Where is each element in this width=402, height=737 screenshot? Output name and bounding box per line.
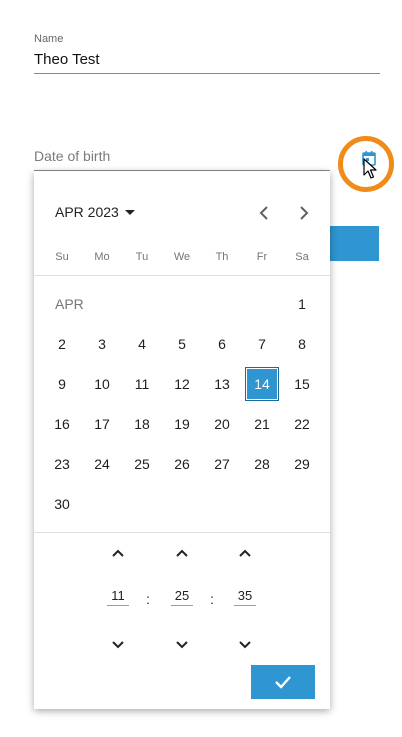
hours-increment-button[interactable]: [106, 543, 130, 563]
day-cell[interactable]: 24: [85, 447, 119, 481]
day-cell[interactable]: 25: [125, 447, 159, 481]
check-icon: [275, 676, 291, 689]
date-picker-popup: APR 2023 Su Mo Tu We Th Fr Sa APR 1 2 3 …: [34, 171, 330, 709]
day-cell[interactable]: 22: [285, 407, 319, 441]
day-cell[interactable]: 3: [85, 327, 119, 361]
day-cell[interactable]: 12: [165, 367, 199, 401]
weekday-label: Fr: [256, 251, 268, 263]
day-cell[interactable]: 6: [205, 327, 239, 361]
confirm-button[interactable]: [251, 665, 315, 699]
day-cell[interactable]: 20: [205, 407, 239, 441]
day-cell[interactable]: 26: [165, 447, 199, 481]
chevron-right-icon: [300, 206, 309, 220]
seconds-increment-button[interactable]: [233, 543, 257, 563]
name-label: Name: [34, 33, 64, 45]
mouse-cursor-icon: [363, 158, 377, 179]
day-cell[interactable]: 16: [45, 407, 79, 441]
minutes-decrement-button[interactable]: [170, 635, 194, 655]
chevron-up-icon: [112, 549, 124, 557]
month-tag: APR: [55, 296, 84, 312]
weekday-label: Th: [215, 251, 229, 263]
day-cell-selected[interactable]: 14: [245, 367, 279, 401]
chevron-up-icon: [176, 549, 188, 557]
day-cell[interactable]: 15: [285, 367, 319, 401]
day-cell[interactable]: 27: [205, 447, 239, 481]
day-cell[interactable]: 29: [285, 447, 319, 481]
day-cell[interactable]: 9: [45, 367, 79, 401]
minutes-input[interactable]: 25: [171, 588, 193, 606]
day-cell[interactable]: 5: [165, 327, 199, 361]
day-cell[interactable]: 17: [85, 407, 119, 441]
month-year-selector[interactable]: APR 2023: [55, 204, 135, 220]
chevron-down-icon: [176, 641, 188, 649]
day-cell[interactable]: 2: [45, 327, 79, 361]
day-cell[interactable]: 1: [285, 287, 319, 321]
chevron-down-icon: [112, 641, 124, 649]
chevron-down-icon: [239, 641, 251, 649]
day-cell[interactable]: 11: [125, 367, 159, 401]
chevron-up-icon: [239, 549, 251, 557]
weekday-label: Sa: [295, 251, 309, 263]
date-of-birth-field[interactable]: Date of birth: [34, 148, 110, 164]
chevron-left-icon: [259, 206, 268, 220]
weekday-label: We: [173, 251, 191, 263]
time-separator: :: [146, 591, 150, 607]
day-cell[interactable]: 8: [285, 327, 319, 361]
time-divider: [34, 532, 330, 533]
day-cell[interactable]: 28: [245, 447, 279, 481]
name-field-underline: [34, 73, 380, 74]
seconds-decrement-button[interactable]: [233, 635, 257, 655]
blue-button-partial[interactable]: [330, 226, 379, 261]
day-cell[interactable]: 21: [245, 407, 279, 441]
caret-down-icon: [124, 209, 135, 215]
previous-month-button[interactable]: [254, 203, 274, 223]
weekday-label: Tu: [135, 251, 149, 263]
day-cell[interactable]: 23: [45, 447, 79, 481]
hours-input[interactable]: 11: [107, 588, 129, 606]
day-cell[interactable]: 13: [205, 367, 239, 401]
weekday-divider: [34, 275, 330, 276]
day-cell[interactable]: 10: [85, 367, 119, 401]
next-month-button[interactable]: [294, 203, 314, 223]
day-cell[interactable]: 7: [245, 327, 279, 361]
day-cell[interactable]: 4: [125, 327, 159, 361]
day-cell[interactable]: 18: [125, 407, 159, 441]
weekday-label: Mo: [94, 251, 110, 263]
seconds-input[interactable]: 35: [234, 588, 256, 606]
weekday-header: Su Mo Tu We Th Fr Sa: [42, 251, 322, 263]
weekday-label: Su: [55, 251, 69, 263]
time-separator: :: [210, 591, 214, 607]
hours-decrement-button[interactable]: [106, 635, 130, 655]
day-cell[interactable]: 30: [45, 487, 79, 521]
day-cell[interactable]: 19: [165, 407, 199, 441]
minutes-increment-button[interactable]: [170, 543, 194, 563]
month-year-label: APR 2023: [55, 204, 119, 220]
name-field[interactable]: Theo Test: [34, 51, 100, 68]
